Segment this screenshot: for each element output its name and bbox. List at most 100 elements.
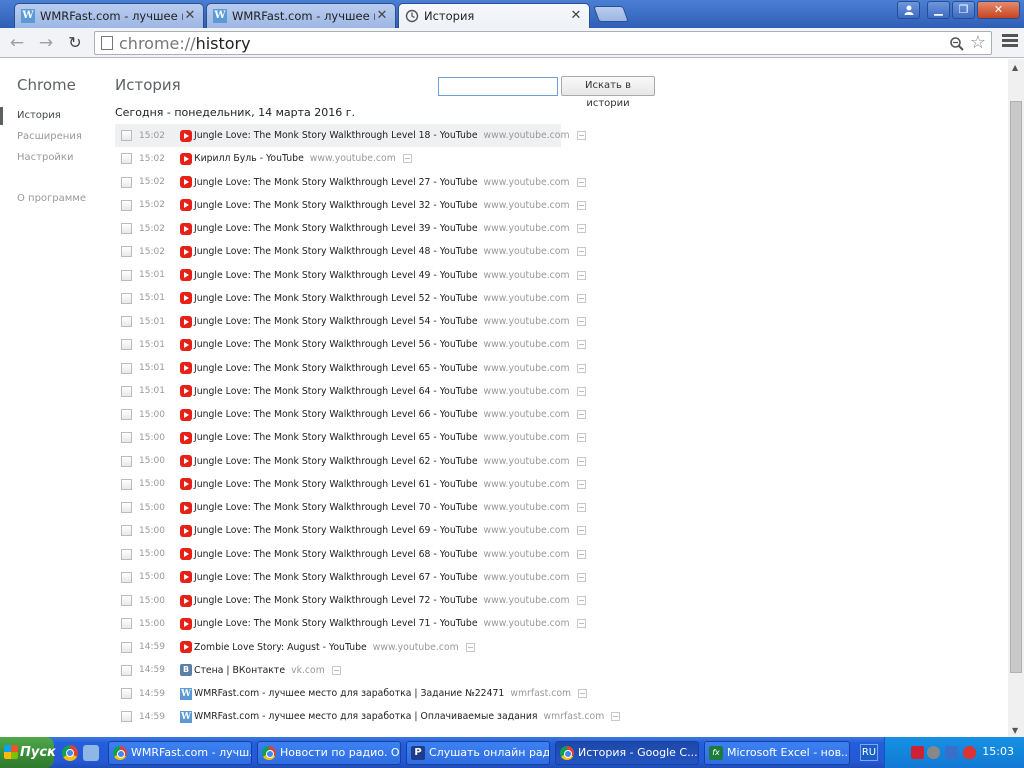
entry-title-link[interactable]: Jungle Love: The Monk Story Walkthrough …: [194, 339, 478, 350]
entry-menu-icon[interactable]: [576, 224, 586, 234]
volume-icon[interactable]: [911, 746, 924, 759]
entry-checkbox[interactable]: [121, 130, 132, 142]
close-icon[interactable]: ✕: [569, 9, 583, 23]
language-indicator[interactable]: RU: [860, 744, 878, 761]
chrome-quicklaunch-icon[interactable]: [62, 745, 78, 761]
history-entry[interactable]: 15:02 Jungle Love: The Monk Story Walkthr…: [115, 194, 635, 217]
address-bar[interactable]: chrome://history ☆: [94, 31, 992, 55]
entry-title-link[interactable]: Стена | ВКонтакте: [194, 665, 285, 676]
entry-checkbox[interactable]: [121, 385, 132, 397]
history-entry[interactable]: 15:00 Jungle Love: The Monk Story Walkthr…: [115, 566, 635, 589]
history-entry[interactable]: 15:02 Jungle Love: The Monk Story Walkthr…: [115, 124, 586, 148]
entry-title-link[interactable]: Jungle Love: The Monk Story Walkthrough …: [194, 246, 478, 257]
search-history-button[interactable]: Искать в истории: [561, 76, 655, 109]
entry-title-link[interactable]: Zombie Love Story: August - YouTube: [194, 642, 367, 653]
entry-checkbox[interactable]: [121, 478, 132, 490]
entry-checkbox[interactable]: [121, 455, 132, 467]
entry-checkbox[interactable]: [121, 339, 132, 351]
entry-title-link[interactable]: Jungle Love: The Monk Story Walkthrough …: [194, 572, 478, 583]
entry-title-link[interactable]: Jungle Love: The Monk Story Walkthrough …: [194, 177, 478, 188]
history-entry[interactable]: 15:00 Jungle Love: The Monk Story Walkthr…: [115, 473, 635, 496]
entry-menu-icon[interactable]: [576, 503, 586, 513]
scroll-up-icon[interactable]: ▲: [1012, 63, 1018, 72]
entry-checkbox[interactable]: [121, 409, 132, 421]
entry-checkbox[interactable]: [121, 292, 132, 304]
entry-menu-icon[interactable]: [576, 200, 586, 210]
start-button[interactable]: Пуск: [0, 737, 56, 768]
entry-checkbox[interactable]: [121, 664, 132, 676]
entry-checkbox[interactable]: [121, 432, 132, 444]
entry-menu-icon[interactable]: [576, 410, 586, 420]
bookmark-star-icon[interactable]: ☆: [970, 32, 986, 53]
history-entry[interactable]: 15:02 Кирилл Буль - YouTube www.youtube.co…: [115, 147, 635, 170]
entry-checkbox[interactable]: [121, 153, 132, 165]
entry-title-link[interactable]: WMRFast.com - лучшее место для заработка…: [194, 711, 538, 722]
minimize-button[interactable]: ▁: [927, 1, 950, 19]
entry-title-link[interactable]: Jungle Love: The Monk Story Walkthrough …: [194, 409, 478, 420]
new-tab-button[interactable]: [593, 6, 629, 22]
entry-title-link[interactable]: Кирилл Буль - YouTube: [194, 153, 304, 164]
entry-title-link[interactable]: Jungle Love: The Monk Story Walkthrough …: [194, 618, 478, 629]
close-icon[interactable]: ✕: [375, 9, 389, 23]
entry-checkbox[interactable]: [121, 176, 132, 188]
entry-title-link[interactable]: Jungle Love: The Monk Story Walkthrough …: [194, 525, 478, 536]
taskbar-task[interactable]: P Слушать онлайн рад...: [406, 741, 550, 765]
history-entry[interactable]: 15:02 Jungle Love: The Monk Story Walkthr…: [115, 240, 635, 263]
quicklaunch-app-icon[interactable]: [83, 745, 99, 761]
history-entry[interactable]: 15:02 Jungle Love: The Monk Story Walkthr…: [115, 217, 635, 240]
history-entry[interactable]: 15:00 Jungle Love: The Monk Story Walkthr…: [115, 403, 635, 426]
entry-checkbox[interactable]: [121, 688, 132, 700]
entry-title-link[interactable]: Jungle Love: The Monk Story Walkthrough …: [194, 316, 478, 327]
entry-checkbox[interactable]: [121, 571, 132, 583]
entry-menu-icon[interactable]: [465, 642, 475, 652]
entry-checkbox[interactable]: [121, 502, 132, 514]
entry-menu-icon[interactable]: [576, 270, 586, 280]
entry-checkbox[interactable]: [121, 246, 132, 258]
entry-menu-icon[interactable]: [576, 479, 586, 489]
close-window-button[interactable]: ✕: [977, 1, 1020, 19]
history-entry[interactable]: 14:59 Zombie Love Story: August - YouTube…: [115, 636, 635, 659]
history-entry[interactable]: 15:01 Jungle Love: The Monk Story Walkthr…: [115, 287, 635, 310]
history-entry[interactable]: 15:01 Jungle Love: The Monk Story Walkthr…: [115, 264, 635, 287]
entry-menu-icon[interactable]: [576, 619, 586, 629]
zoom-icon[interactable]: [949, 33, 965, 56]
taskbar-task[interactable]: fx Microsoft Excel - нов...: [704, 741, 850, 765]
entry-menu-icon[interactable]: [576, 456, 586, 466]
entry-checkbox[interactable]: [121, 711, 132, 723]
entry-menu-icon[interactable]: [576, 247, 586, 257]
entry-menu-icon[interactable]: [576, 386, 586, 396]
entry-menu-icon[interactable]: [578, 689, 588, 699]
chrome-menu-icon[interactable]: [1002, 34, 1018, 50]
entry-checkbox[interactable]: [121, 548, 132, 560]
user-icon[interactable]: [897, 1, 920, 19]
sidebar-item-settings[interactable]: Настройки: [17, 152, 73, 163]
entry-checkbox[interactable]: [121, 618, 132, 630]
history-entry[interactable]: 14:59 W WMRFast.com - лучшее место для зар…: [115, 705, 635, 728]
entry-menu-icon[interactable]: [402, 154, 412, 164]
taskbar-task[interactable]: WMRFast.com - лучш...: [108, 741, 252, 765]
network-icon[interactable]: [945, 746, 958, 759]
entry-checkbox[interactable]: [121, 641, 132, 653]
entry-menu-icon[interactable]: [611, 712, 621, 722]
history-entry[interactable]: 15:02 Jungle Love: The Monk Story Walkthr…: [115, 171, 635, 194]
entry-checkbox[interactable]: [121, 362, 132, 374]
entry-title-link[interactable]: Jungle Love: The Monk Story Walkthrough …: [194, 432, 478, 443]
history-entry[interactable]: 15:00 Jungle Love: The Monk Story Walkthr…: [115, 612, 635, 635]
taskbar-task[interactable]: Новости по радио. О...: [257, 741, 401, 765]
entry-title-link[interactable]: Jungle Love: The Monk Story Walkthrough …: [194, 270, 478, 281]
history-entry[interactable]: 15:01 Jungle Love: The Monk Story Walkthr…: [115, 333, 635, 356]
entry-menu-icon[interactable]: [576, 340, 586, 350]
page-scrollbar[interactable]: ▲ ▼: [1008, 59, 1024, 737]
history-search-input[interactable]: [438, 77, 558, 96]
entry-title-link[interactable]: Jungle Love: The Monk Story Walkthrough …: [194, 479, 478, 490]
tab-wmrfast-2[interactable]: W WMRFast.com - лучшее мес ✕: [206, 3, 396, 28]
entry-title-link[interactable]: Jungle Love: The Monk Story Walkthrough …: [194, 130, 478, 141]
history-entry[interactable]: 14:59 В Стена | ВКонтакте vk.com: [115, 659, 635, 682]
entry-checkbox[interactable]: [121, 269, 132, 281]
entry-menu-icon[interactable]: [331, 665, 341, 675]
entry-menu-icon[interactable]: [576, 549, 586, 559]
entry-title-link[interactable]: WMRFast.com - лучшее место для заработка…: [194, 688, 504, 699]
entry-menu-icon[interactable]: [576, 317, 586, 327]
entry-menu-icon[interactable]: [576, 572, 586, 582]
history-entry[interactable]: 15:00 Jungle Love: The Monk Story Walkthr…: [115, 450, 635, 473]
